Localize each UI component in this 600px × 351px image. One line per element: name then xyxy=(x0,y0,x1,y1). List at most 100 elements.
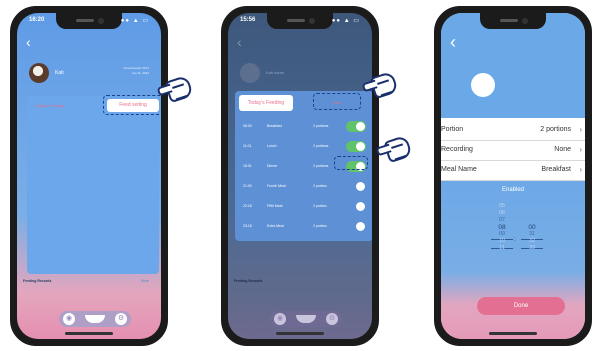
screen: ‹ Portion 2 portions › Recording None › Meal N… xyxy=(441,13,585,339)
meal-toggle[interactable] xyxy=(346,221,366,232)
toggle-knob xyxy=(356,202,365,211)
hour-option[interactable]: 07 xyxy=(490,217,514,224)
settings-gear-icon[interactable]: ⚙ xyxy=(326,313,338,325)
home-indicator xyxy=(65,332,113,335)
screen: 16:20 ●● ▲ ▭ ‹ Kati PowerFeeder 0101 Apr… xyxy=(17,13,161,339)
feeding-time: 18:01 xyxy=(243,164,252,168)
setting-row-portion[interactable]: Portion 2 portions › xyxy=(441,121,585,141)
back-chevron-icon[interactable]: ‹ xyxy=(26,35,31,49)
home-indicator xyxy=(489,332,537,335)
meal-toggle[interactable] xyxy=(346,141,366,152)
minute-option[interactable] xyxy=(520,203,544,210)
screen: 15:56 ●● ▲ ▭ ‹ Kati name Today's Feeding… xyxy=(228,13,372,339)
minute-option[interactable]: 00 xyxy=(520,224,544,231)
hour-option[interactable]: 09 xyxy=(490,231,514,238)
setting-label: Recording xyxy=(441,146,473,153)
status-time: 16:20 xyxy=(29,17,45,23)
meal-portion: 2 portion xyxy=(313,224,327,228)
pet-avatar[interactable] xyxy=(240,63,260,83)
bowl-icon[interactable] xyxy=(85,315,105,323)
hour-option[interactable]: 10 xyxy=(490,238,514,245)
setting-label: Portion xyxy=(441,126,464,133)
status-icons: ●● ▲ ▭ xyxy=(331,18,360,24)
phone-home-screen: 16:20 ●● ▲ ▭ ‹ Kati PowerFeeder 0101 Apr… xyxy=(10,6,168,346)
highlight-box xyxy=(313,93,361,110)
enabled-label: Enabled xyxy=(501,187,525,193)
hour-option[interactable]: 08 xyxy=(490,224,514,231)
chevron-right-icon: › xyxy=(579,165,582,174)
status-time: 15:56 xyxy=(240,17,256,23)
highlight-box xyxy=(334,156,368,170)
meal-portion: 2 portion xyxy=(313,204,327,208)
meal-name: Breakfast xyxy=(267,124,282,128)
pet-avatar[interactable] xyxy=(29,63,49,83)
setting-row-recording[interactable]: Recording None › xyxy=(441,141,585,161)
meal-portion: 2 portions xyxy=(313,124,329,128)
minute-option[interactable] xyxy=(520,210,544,217)
feeding-records-label: Feeding Records xyxy=(23,279,52,283)
feeding-time: 21:00 xyxy=(243,184,252,188)
status-icons: ●● ▲ ▭ xyxy=(120,18,149,24)
chevron-right-icon: › xyxy=(579,145,582,154)
back-chevron-icon[interactable]: ‹ xyxy=(237,35,242,49)
meal-portion: 2 portions xyxy=(313,164,329,168)
camera-icon[interactable]: ◉ xyxy=(274,313,286,325)
notch xyxy=(56,13,122,29)
minute-option[interactable]: 33 xyxy=(520,245,544,252)
pet-photo[interactable] xyxy=(471,73,495,97)
feeding-row[interactable]: 23:18 Extra Meal 2 portion xyxy=(235,217,372,237)
setting-row-meal-name[interactable]: Meal Name Breakfast › xyxy=(441,161,585,181)
setting-value: None xyxy=(554,146,571,153)
back-chevron-icon[interactable]: ‹ xyxy=(450,33,456,51)
tab-todays-feeding[interactable]: Today's Feeding xyxy=(239,95,293,111)
highlight-box xyxy=(103,95,161,115)
hour-option[interactable]: 11 xyxy=(490,245,514,252)
minute-column[interactable]: 00 31 32 33 xyxy=(520,203,544,252)
feeding-row[interactable]: 06:00 Breakfast 2 portions xyxy=(235,117,372,137)
hour-option[interactable]: 05 xyxy=(490,203,514,210)
camera-icon[interactable]: ◉ xyxy=(63,313,75,325)
meal-portion: 2 portion xyxy=(313,184,327,188)
meal-toggle[interactable] xyxy=(346,201,366,212)
records-more-link[interactable]: More xyxy=(141,279,149,283)
done-button[interactable]: Done xyxy=(477,297,565,315)
notch xyxy=(480,13,546,29)
setting-value: Breakfast xyxy=(541,166,571,173)
settings-gear-icon[interactable]: ⚙ xyxy=(115,313,127,325)
feeding-records-label: Feeding Records xyxy=(234,279,263,283)
notch xyxy=(267,13,333,29)
feeding-row[interactable]: 21:00 Fourth Meal 2 portion xyxy=(235,177,372,197)
minute-option[interactable]: 31 xyxy=(520,231,544,238)
robot-info: PowerFeeder 0101 Apr 11, 2022 xyxy=(123,66,149,76)
setting-label: Meal Name xyxy=(441,166,477,173)
hour-option[interactable]: 06 xyxy=(490,210,514,217)
feeding-row[interactable]: 11:01 Lunch 2 portions xyxy=(235,137,372,157)
meal-toggle[interactable] xyxy=(346,121,366,132)
meal-name: Fourth Meal xyxy=(267,184,286,188)
meal-name: Extra Meal xyxy=(267,224,284,228)
toggle-knob xyxy=(356,222,365,231)
control-bar: ◉ ⚙ xyxy=(270,311,342,327)
pet-name: Kati xyxy=(55,70,64,76)
feeding-card xyxy=(27,96,159,274)
feeding-time: 11:01 xyxy=(243,144,252,148)
feeding-time: 22:18 xyxy=(243,204,252,208)
tab-todays-feeding[interactable]: Today's Feeding xyxy=(35,103,64,108)
meal-portion: 2 portions xyxy=(313,144,329,148)
meal-name: Fifth Meal xyxy=(267,204,283,208)
phone-meal-editor: ‹ Portion 2 portions › Recording None › Meal N… xyxy=(434,6,592,346)
time-picker-section: Enabled : 05 06 07 08 09 10 11 00 31 32 33 Done xyxy=(441,181,585,339)
pointing-hand-icon xyxy=(164,74,194,104)
robot-date: Apr 11, 2022 xyxy=(132,71,149,75)
minute-option[interactable]: 32 xyxy=(520,238,544,245)
hour-column[interactable]: 05 06 07 08 09 10 11 xyxy=(490,203,514,252)
minute-option[interactable] xyxy=(520,217,544,224)
feeding-row[interactable]: 22:18 Fifth Meal 2 portion xyxy=(235,197,372,217)
feeding-time: 06:00 xyxy=(243,124,252,128)
phone-feeding-list: 15:56 ●● ▲ ▭ ‹ Kati name Today's Feeding… xyxy=(221,6,379,346)
bowl-icon[interactable] xyxy=(296,315,316,323)
setting-value: 2 portions xyxy=(540,126,571,133)
pet-name: Kati name xyxy=(266,70,285,75)
toggle-knob xyxy=(356,142,365,151)
meal-toggle[interactable] xyxy=(346,181,366,192)
